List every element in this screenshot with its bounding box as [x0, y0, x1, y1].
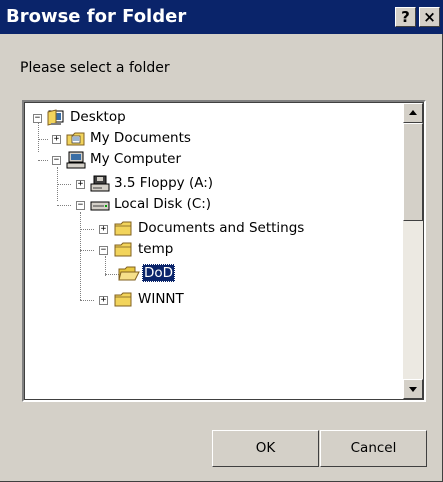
- expand-toggle[interactable]: +: [52, 135, 61, 144]
- instruction-text: Please select a folder: [20, 60, 170, 76]
- title-bar[interactable]: Browse for Folder ? ×: [0, 0, 443, 34]
- help-button[interactable]: ?: [395, 7, 416, 27]
- tree-item-label: 3.5 Floppy (A:): [114, 175, 214, 191]
- tree-item-dod[interactable]: DoD: [24, 264, 224, 286]
- arrow-down-icon: [409, 387, 417, 392]
- tree-item-winnt[interactable]: + WINNT: [24, 290, 224, 312]
- cancel-button[interactable]: Cancel: [320, 430, 427, 467]
- tree-item-label: WINNT: [138, 291, 184, 307]
- arrow-up-icon: [409, 110, 417, 115]
- expand-toggle[interactable]: +: [76, 180, 85, 189]
- folder-open-icon: [114, 242, 132, 257]
- tree-item-label: Local Disk (C:): [114, 196, 212, 212]
- desktop-icon: [47, 109, 64, 126]
- ok-button[interactable]: OK: [212, 430, 319, 467]
- scroll-up-button[interactable]: [403, 103, 423, 123]
- help-icon: ?: [401, 8, 410, 26]
- folder-icon: [114, 221, 132, 236]
- collapse-toggle[interactable]: −: [76, 201, 85, 210]
- browse-for-folder-dialog: Browse for Folder ? × Please select a fo…: [0, 0, 443, 482]
- close-button[interactable]: ×: [419, 7, 440, 27]
- scrollbar-thumb[interactable]: [403, 123, 423, 221]
- tree-item-label: Documents and Settings: [138, 220, 305, 236]
- collapse-toggle[interactable]: −: [33, 114, 42, 123]
- window-title: Browse for Folder: [6, 6, 187, 27]
- folder-icon: [114, 292, 132, 307]
- scroll-down-button[interactable]: [403, 379, 423, 399]
- floppy-drive-icon: [90, 175, 110, 192]
- expand-toggle[interactable]: +: [99, 225, 108, 234]
- tree-item-floppy[interactable]: + 3.5 Floppy (A:): [24, 174, 264, 196]
- vertical-scrollbar[interactable]: [403, 103, 423, 399]
- tree-item-my-documents[interactable]: + My Documents: [24, 129, 244, 151]
- my-computer-icon: [66, 151, 86, 169]
- tree-item-label: My Computer: [90, 151, 182, 167]
- folder-open-icon: [118, 266, 140, 281]
- close-icon: ×: [423, 8, 436, 26]
- tree-item-my-computer[interactable]: − My Computer: [24, 150, 244, 172]
- tree-item-temp[interactable]: − temp: [24, 240, 224, 262]
- tree-item-local-disk-c[interactable]: − Local Disk (C:): [24, 195, 264, 217]
- my-documents-folder-icon: [66, 132, 85, 146]
- hard-drive-icon: [90, 201, 110, 211]
- tree-item-documents-and-settings[interactable]: + Documents and Settings: [24, 219, 324, 241]
- tree-item-label: My Documents: [90, 130, 191, 146]
- collapse-toggle[interactable]: −: [52, 156, 61, 165]
- expand-toggle[interactable]: +: [99, 296, 108, 305]
- tree-item-label: Desktop: [70, 109, 126, 125]
- folder-tree[interactable]: − Desktop + My Documents − My Computer +…: [22, 100, 426, 402]
- tree-item-label-selected: DoD: [142, 264, 176, 282]
- collapse-toggle[interactable]: −: [99, 246, 108, 255]
- tree-item-desktop[interactable]: − Desktop: [24, 108, 224, 130]
- tree-item-label: temp: [138, 241, 174, 257]
